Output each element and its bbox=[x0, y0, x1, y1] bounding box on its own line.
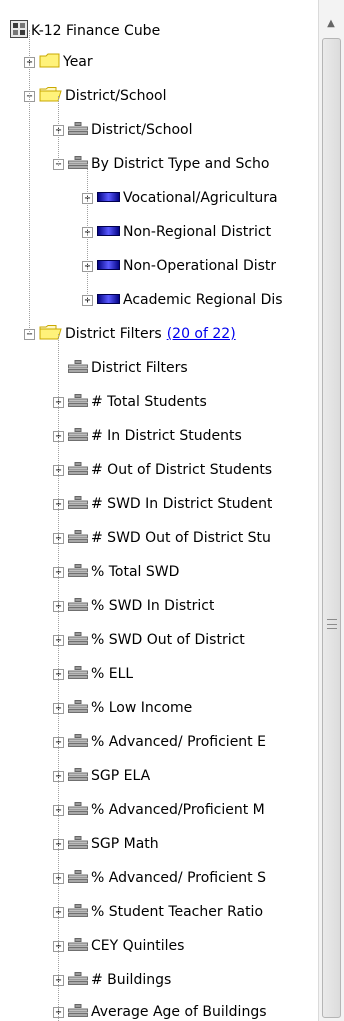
vertical-scrollbar[interactable]: ▲ bbox=[318, 0, 344, 1021]
dimension-icon bbox=[68, 971, 88, 989]
tree-node-label: District/School bbox=[91, 122, 193, 138]
tree-node[interactable]: + # Total Students bbox=[0, 389, 318, 415]
dimension-icon bbox=[68, 665, 88, 683]
tree-node-label: Vocational/Agricultura bbox=[123, 190, 278, 206]
tree-connector-line bbox=[58, 334, 59, 1021]
tree-node-label: Academic Regional Dis bbox=[123, 292, 283, 308]
tree-node[interactable]: + SGP Math bbox=[0, 831, 318, 857]
tree-node-label: Non-Operational Distr bbox=[123, 258, 277, 274]
tree-node-label: Non-Regional District bbox=[123, 224, 272, 240]
tree-node[interactable]: District Filters bbox=[0, 355, 318, 381]
tree-node-label: K-12 Finance Cube bbox=[31, 23, 161, 39]
dimension-icon bbox=[68, 631, 88, 649]
level-icon bbox=[97, 292, 120, 308]
tree-node-label: % Advanced/ Proficient S bbox=[91, 870, 266, 886]
dimension-icon bbox=[68, 427, 88, 445]
dimension-icon bbox=[68, 767, 88, 785]
tree-node[interactable]: + Non-Regional District bbox=[0, 219, 318, 245]
tree-node[interactable]: +% Low Income bbox=[0, 695, 318, 721]
filter-count-link[interactable]: (20 of 22) bbox=[167, 326, 236, 342]
tree-node-label: % Low Income bbox=[91, 700, 193, 716]
dimension-icon bbox=[68, 155, 88, 173]
tree-node[interactable]: + # SWD Out of District Stu bbox=[0, 525, 318, 551]
tree-node[interactable]: +% ELL bbox=[0, 661, 318, 687]
folder-closed-icon bbox=[39, 53, 60, 72]
dimension-icon bbox=[68, 937, 88, 955]
tree-node[interactable]: + # SWD In District Student bbox=[0, 491, 318, 517]
tree-node-label: % SWD In District bbox=[91, 598, 215, 614]
tree-node[interactable]: +% SWD In District bbox=[0, 593, 318, 619]
dimension-icon bbox=[68, 461, 88, 479]
scroll-thumb[interactable] bbox=[322, 38, 341, 1018]
tree-node[interactable]: + Academic Regional Dis bbox=[0, 287, 318, 313]
tree-view[interactable]: K-12 Finance Cube + Year − District/School + D… bbox=[0, 0, 319, 1021]
tree-node-label: % Advanced/Proficient M bbox=[91, 802, 265, 818]
dimension-icon bbox=[68, 699, 88, 717]
tree-node[interactable]: +% Advanced/ Proficient S bbox=[0, 865, 318, 891]
tree-node-label: % Student Teacher Ratio bbox=[91, 904, 264, 920]
dimension-icon bbox=[68, 121, 88, 139]
dimension-icon bbox=[68, 1003, 88, 1021]
tree-node[interactable]: +% Advanced/Proficient M bbox=[0, 797, 318, 823]
tree-connector-line bbox=[29, 30, 30, 334]
tree-node-label: % Total SWD bbox=[91, 564, 180, 580]
tree-node[interactable]: + Non-Operational Distr bbox=[0, 253, 318, 279]
tree-node-label: By District Type and Scho bbox=[91, 156, 270, 172]
tree-node[interactable]: + SGP ELA bbox=[0, 763, 318, 789]
tree-node-label: % ELL bbox=[91, 666, 134, 682]
tree-node-label: % SWD Out of District bbox=[91, 632, 245, 648]
tree-node-label: # SWD In District Student bbox=[91, 496, 273, 512]
dimension-icon bbox=[68, 359, 88, 377]
dimension-icon bbox=[68, 597, 88, 615]
tree-node-label: # SWD Out of District Stu bbox=[91, 530, 271, 546]
tree-connector-line bbox=[87, 166, 88, 300]
tree-node-label: SGP Math bbox=[91, 836, 159, 852]
tree-node[interactable]: + Average Age of Buildings bbox=[0, 999, 318, 1021]
level-icon bbox=[97, 258, 120, 274]
tree-node[interactable]: +% Advanced/ Proficient E bbox=[0, 729, 318, 755]
tree-root-node[interactable]: K-12 Finance Cube bbox=[0, 18, 318, 44]
tree-node-label: % Advanced/ Proficient E bbox=[91, 734, 266, 750]
tree-node-label: District Filters bbox=[65, 326, 162, 342]
tree-node[interactable]: − By District Type and Scho bbox=[0, 151, 318, 177]
tree-node-label: Year bbox=[63, 54, 93, 70]
dimension-icon bbox=[68, 869, 88, 887]
tree-node[interactable]: + District/School bbox=[0, 117, 318, 143]
tree-node-label: Average Age of Buildings bbox=[91, 1004, 267, 1020]
tree-node[interactable]: +% SWD Out of District bbox=[0, 627, 318, 653]
tree-node-label: # Total Students bbox=[91, 394, 207, 410]
tree-node[interactable]: +% Total SWD bbox=[0, 559, 318, 585]
dimension-icon bbox=[68, 563, 88, 581]
tree-node[interactable]: + # Buildings bbox=[0, 967, 318, 993]
dimension-icon bbox=[68, 529, 88, 547]
dimension-icon bbox=[68, 835, 88, 853]
tree-node-label: CEY Quintiles bbox=[91, 938, 185, 954]
tree-node-label: District Filters bbox=[91, 360, 188, 376]
level-icon bbox=[97, 190, 120, 206]
cube-icon bbox=[10, 20, 28, 42]
dimension-icon bbox=[68, 903, 88, 921]
grip-icon bbox=[327, 619, 337, 629]
tree-node[interactable]: +% Student Teacher Ratio bbox=[0, 899, 318, 925]
tree-node[interactable]: + # In District Students bbox=[0, 423, 318, 449]
tree-node[interactable]: + Vocational/Agricultura bbox=[0, 185, 318, 211]
tree-node-label: # Buildings bbox=[91, 972, 172, 988]
dimension-icon bbox=[68, 801, 88, 819]
tree-node[interactable]: + CEY Quintiles bbox=[0, 933, 318, 959]
tree-node-label: District/School bbox=[65, 88, 167, 104]
tree-node-label: # In District Students bbox=[91, 428, 242, 444]
tree-node[interactable]: − District/School bbox=[0, 83, 318, 109]
tree-node-label: # Out of District Students bbox=[91, 462, 273, 478]
scroll-up-arrow-icon[interactable]: ▲ bbox=[324, 18, 338, 29]
tree-node-label: SGP ELA bbox=[91, 768, 151, 784]
tree-node[interactable]: + # Out of District Students bbox=[0, 457, 318, 483]
tree-node[interactable]: − District Filters (20 of 22) bbox=[0, 321, 318, 347]
level-icon bbox=[97, 224, 120, 240]
dimension-icon bbox=[68, 393, 88, 411]
dimension-icon bbox=[68, 733, 88, 751]
tree-node[interactable]: + Year bbox=[0, 49, 318, 75]
tree-connector-line bbox=[58, 96, 59, 166]
dimension-icon bbox=[68, 495, 88, 513]
